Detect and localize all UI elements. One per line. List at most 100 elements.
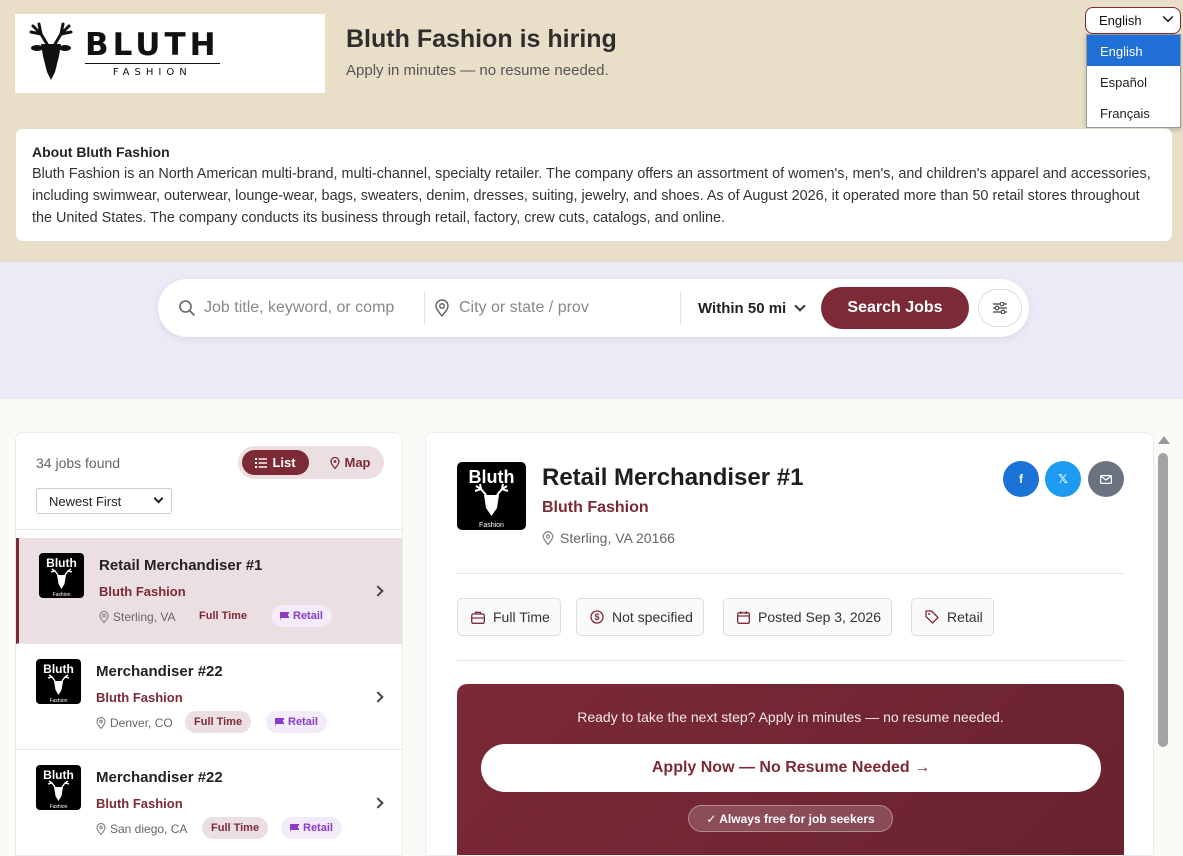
apply-section: Ready to take the next step? Apply in mi… xyxy=(457,684,1124,855)
share-facebook-button[interactable]: f xyxy=(1003,461,1039,497)
keyword-field[interactable]: Job title, keyword, or comp xyxy=(178,279,418,337)
job-category-badge: Retail xyxy=(271,605,332,627)
view-toggle: List Map xyxy=(238,446,384,479)
language-selected: English xyxy=(1099,13,1142,28)
job-type-badge: Full Time xyxy=(202,817,269,839)
job-location: San diego, CA xyxy=(96,822,187,836)
company-logo: BLUTH FASHION xyxy=(15,14,325,93)
bluth-logo-icon: Bluth Fashion xyxy=(469,467,515,529)
pin-icon xyxy=(435,299,449,317)
mail-icon xyxy=(1100,474,1112,484)
sliders-icon xyxy=(993,302,1007,314)
map-pin-icon xyxy=(329,456,340,469)
language-option-francais[interactable]: Français xyxy=(1087,97,1180,128)
scroll-up-arrow-icon[interactable] xyxy=(1158,436,1170,444)
job-title: Merchandiser #22 xyxy=(96,769,223,786)
logo-sub-text: FASHION xyxy=(112,67,192,79)
about-heading: About Bluth Fashion xyxy=(32,144,170,160)
radius-select[interactable]: Within 50 mi xyxy=(698,279,806,337)
job-category-badge: Retail xyxy=(266,711,327,733)
job-location-text: San diego, CA xyxy=(110,822,188,836)
location-input[interactable]: City or state / prov xyxy=(459,299,589,317)
job-detail-title: Retail Merchandiser #1 xyxy=(542,464,804,491)
company-logo-icon: Bluth Fashion xyxy=(39,553,84,598)
chevron-right-icon xyxy=(372,797,384,809)
pin-icon xyxy=(96,823,106,835)
list-view-label: List xyxy=(272,455,296,470)
share-x-button[interactable]: 𝕏 xyxy=(1045,461,1081,497)
chevron-right-icon xyxy=(372,691,384,703)
category-chip-text: Retail xyxy=(947,609,983,625)
svg-text:$: $ xyxy=(594,612,599,622)
hiring-subtitle: Apply in minutes — no resume needed. xyxy=(346,62,609,79)
language-select[interactable]: English xyxy=(1085,7,1181,34)
jobs-count: 34 jobs found xyxy=(36,455,121,471)
chevron-down-icon xyxy=(153,493,164,504)
map-view-button[interactable]: Map xyxy=(320,450,380,475)
search-divider xyxy=(680,291,681,325)
job-type-chip: Full Time xyxy=(457,598,561,636)
search-divider xyxy=(424,291,425,325)
apply-now-button[interactable]: Apply Now — No Resume Needed → xyxy=(481,744,1101,792)
list-view-button[interactable]: List xyxy=(242,450,309,475)
share-email-button[interactable] xyxy=(1088,461,1124,497)
job-detail-company[interactable]: Bluth Fashion xyxy=(542,499,649,517)
dollar-icon: $ xyxy=(590,610,604,624)
flag-icon xyxy=(290,824,299,832)
scrollbar-thumb[interactable] xyxy=(1158,453,1168,747)
logo-small-text: Fashion xyxy=(50,698,68,704)
sort-select[interactable]: Newest First xyxy=(36,488,172,514)
flag-icon xyxy=(275,718,284,726)
search-jobs-button[interactable]: Search Jobs xyxy=(821,287,969,329)
logo-main-text: BLUTH xyxy=(85,26,220,63)
pin-icon xyxy=(542,531,554,545)
salary-chip: $ Not specified xyxy=(576,598,704,636)
calendar-icon xyxy=(737,610,750,624)
hiring-title: Bluth Fashion is hiring xyxy=(346,25,617,53)
logo-small-text: Fashion xyxy=(53,592,71,598)
company-logo-icon: Bluth Fashion xyxy=(457,462,526,530)
job-location: Denver, CO xyxy=(96,716,173,730)
pin-icon xyxy=(96,717,106,729)
salary-chip-text: Not specified xyxy=(612,609,693,625)
bluth-logo-icon: Bluth Fashion xyxy=(46,556,77,598)
keyword-input[interactable]: Job title, keyword, or comp xyxy=(204,299,394,317)
job-card[interactable]: Bluth Fashion Retail Merchandiser #1 Blu… xyxy=(16,538,402,644)
divider xyxy=(16,529,402,530)
about-body: Bluth Fashion is an North American multi… xyxy=(32,166,1151,226)
job-type-badge: Full Time xyxy=(199,610,248,622)
chevron-down-icon xyxy=(794,300,806,312)
location-field[interactable]: City or state / prov xyxy=(434,279,674,337)
job-title: Merchandiser #22 xyxy=(96,663,223,680)
job-detail-panel: Bluth Fashion Retail Merchandiser #1 Blu… xyxy=(425,432,1154,856)
about-card: About Bluth Fashion Bluth Fashion is an … xyxy=(15,128,1173,242)
job-company: Bluth Fashion xyxy=(96,796,183,811)
job-card[interactable]: Bluth Fashion Merchandiser #22 Bluth Fas… xyxy=(16,750,402,855)
job-location: Sterling, VA xyxy=(99,610,175,624)
filter-button[interactable] xyxy=(978,289,1022,327)
job-category-text: Retail xyxy=(288,716,318,728)
posted-date-chip-text: Posted Sep 3, 2026 xyxy=(758,609,881,625)
sort-value: Newest First xyxy=(49,494,122,509)
category-chip: Retail xyxy=(911,598,994,636)
job-location-text: Sterling, VA xyxy=(113,610,176,624)
job-card[interactable]: Bluth Fashion Merchandiser #22 Bluth Fas… xyxy=(16,644,402,750)
language-option-english[interactable]: English xyxy=(1087,35,1180,66)
job-type-badge: Full Time xyxy=(185,711,252,733)
pin-icon xyxy=(99,611,109,623)
facebook-icon: f xyxy=(1019,472,1023,486)
briefcase-icon xyxy=(471,611,485,624)
map-view-label: Map xyxy=(344,455,371,470)
job-category-text: Retail xyxy=(303,822,333,834)
job-detail-location-text: Sterling, VA 20166 xyxy=(560,530,675,546)
logo-text: Bluth xyxy=(469,467,515,487)
list-icon xyxy=(255,457,268,468)
language-option-espanol[interactable]: Español xyxy=(1087,66,1180,97)
flag-icon xyxy=(280,612,289,620)
chevron-down-icon xyxy=(1162,11,1174,23)
logo-rule xyxy=(85,62,220,65)
job-category-badge: Retail xyxy=(281,817,342,839)
job-category-text: Retail xyxy=(293,610,323,622)
bluth-logo-icon: Bluth Fashion xyxy=(43,768,74,810)
language-menu: English Español Français xyxy=(1086,34,1181,128)
